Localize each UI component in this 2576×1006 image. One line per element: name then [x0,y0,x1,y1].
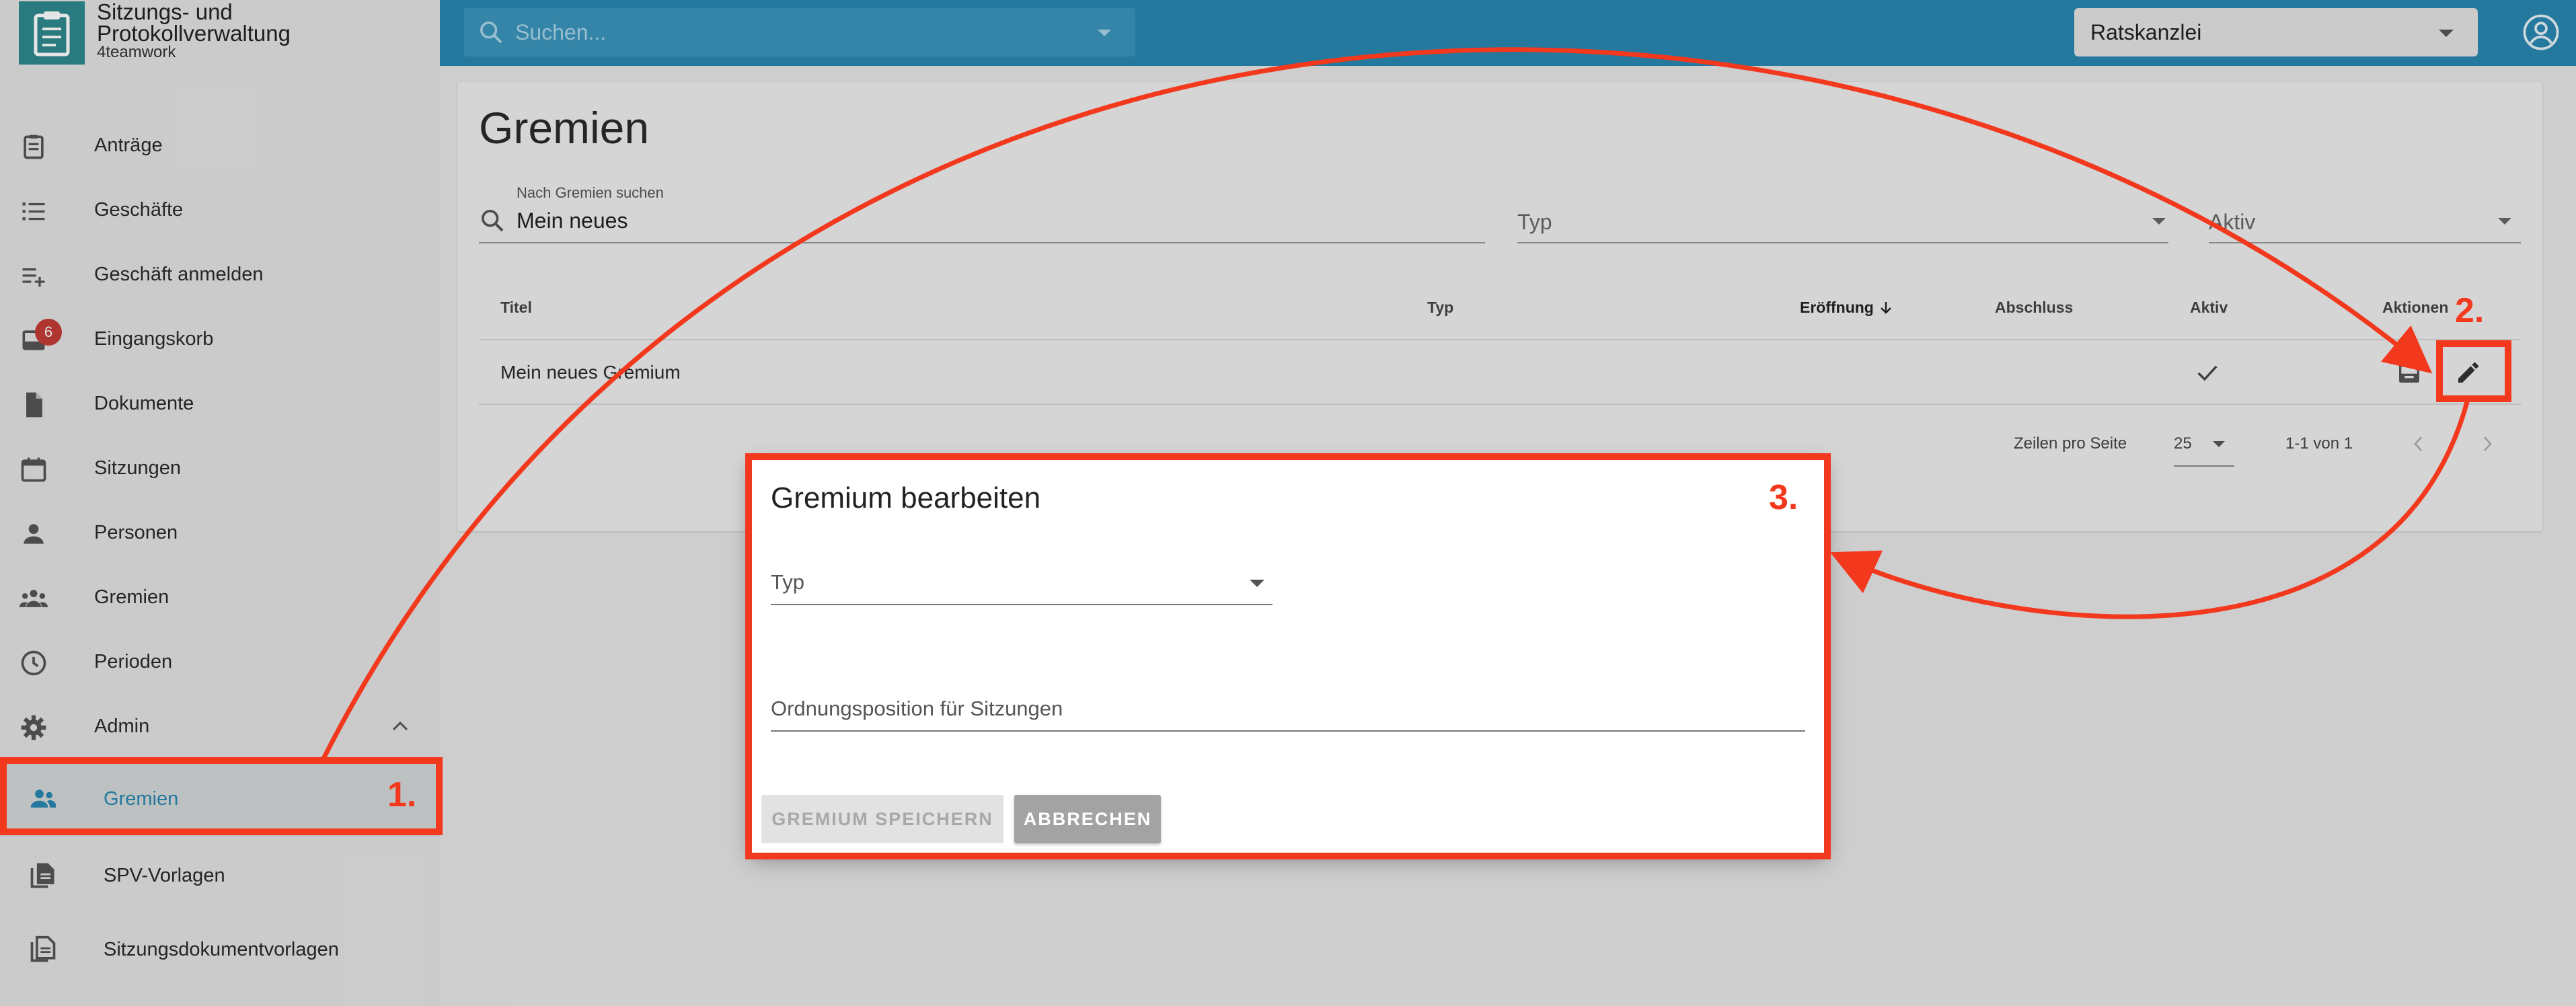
annotation-step1: 1. [387,775,417,814]
annotation-step2: 2. [2455,291,2485,330]
annotation-box-step1 [0,757,443,835]
annotation-box-step2 [2436,340,2511,402]
annotation-step3: 3. [1769,478,1798,517]
annotation-box-step3 [745,453,1831,859]
